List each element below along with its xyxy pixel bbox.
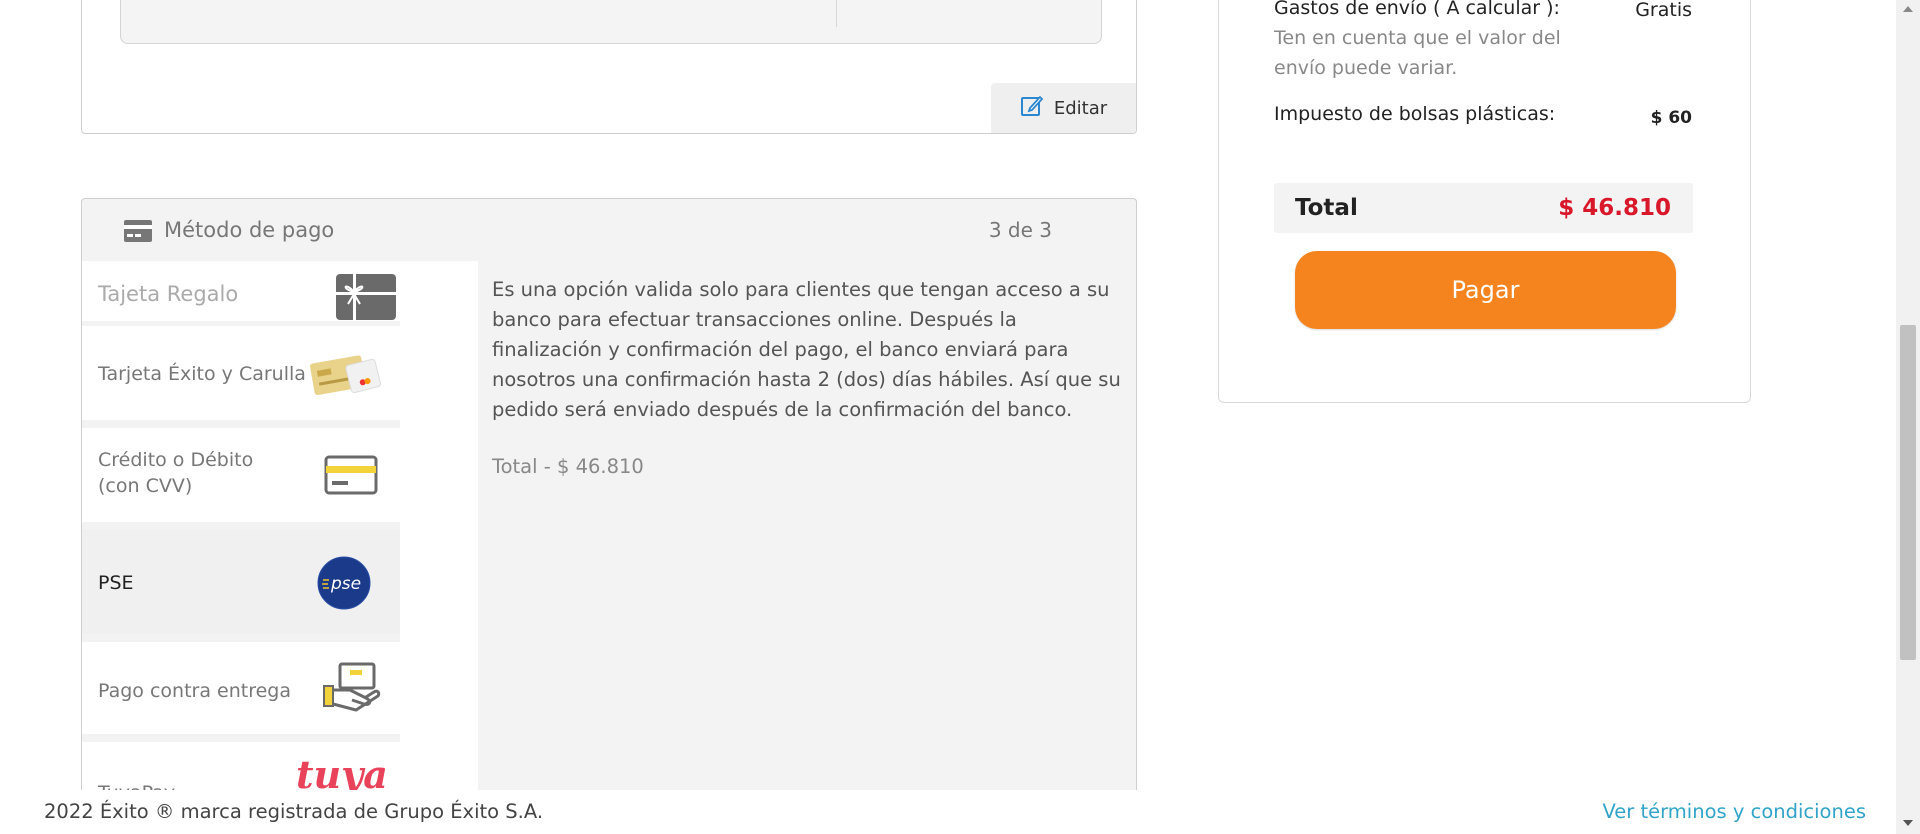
total-row: Total $ 46.810 <box>1274 183 1693 233</box>
svg-text:pse: pse <box>330 574 361 594</box>
footer: 2022 Éxito ® marca registrada de Grupo É… <box>0 790 1896 834</box>
credit-card-icon <box>324 455 378 499</box>
address-details-box <box>120 0 1102 44</box>
pay-button[interactable]: Pagar <box>1295 251 1676 329</box>
bag-tax-label: Impuesto de bolsas plásticas: <box>1274 103 1556 125</box>
exito-card-icon <box>308 352 382 402</box>
payment-description-panel: Es una opción valida solo para clientes … <box>478 261 1136 821</box>
order-summary-card: Gastos de envío ( A calcular ): Gratis T… <box>1218 0 1751 403</box>
credit-card-icon <box>124 220 152 242</box>
method-label: Tarjeta Éxito y Carulla <box>98 363 306 385</box>
scroll-thumb[interactable] <box>1900 325 1916 660</box>
payment-method-card: Método de pago 3 de 3 Tajeta Regalo Tarj… <box>81 198 1137 832</box>
step-indicator: 3 de 3 <box>988 218 1052 242</box>
method-pse[interactable]: PSE pse <box>82 530 400 634</box>
scroll-down-arrow-icon[interactable] <box>1903 820 1913 826</box>
method-cash-on-delivery[interactable]: Pago contra entrega <box>82 642 400 734</box>
payment-description: Es una opción valida solo para clientes … <box>492 278 1121 421</box>
total-value: $ 46.810 <box>1558 195 1671 221</box>
cash-on-delivery-icon <box>322 662 382 718</box>
divider <box>836 0 837 27</box>
edit-label: Editar <box>1053 97 1108 119</box>
scroll-up-arrow-icon[interactable] <box>1903 6 1913 12</box>
method-exito-card[interactable]: Tarjeta Éxito y Carulla <box>82 326 400 420</box>
address-card: Editar <box>81 0 1137 134</box>
vertical-scrollbar[interactable] <box>1896 0 1920 834</box>
method-gift-card[interactable]: Tajeta Regalo <box>82 261 400 321</box>
shipping-label: Gastos de envío ( A calcular ): <box>1274 0 1560 19</box>
total-label: Total <box>1295 195 1358 221</box>
edit-icon <box>1020 94 1044 123</box>
method-credit-debit[interactable]: Crédito o Débito (con CVV) <box>82 428 400 522</box>
payment-title: Método de pago <box>164 218 335 242</box>
method-label: Tajeta Regalo <box>98 282 239 306</box>
checkout-page: Editar Método de pago 3 de 3 Tajeta Rega… <box>0 0 1920 834</box>
method-label: Pago contra entrega <box>98 680 291 702</box>
bag-tax-value: $ 60 <box>1650 108 1692 128</box>
payment-methods-list: Tajeta Regalo Tarjeta Éxito y Carulla Cr… <box>82 261 400 834</box>
method-label: Crédito o Débito (con CVV) <box>98 449 254 497</box>
pse-logo-icon: pse <box>317 556 371 614</box>
payment-total-text: Total - $ 46.810 <box>492 455 644 478</box>
copyright-text: 2022 Éxito ® marca registrada de Grupo É… <box>44 800 544 823</box>
methods-spacer <box>400 261 478 821</box>
shipping-note: Ten en cuenta que el valor del envío pue… <box>1274 27 1561 79</box>
gift-card-icon <box>336 274 396 324</box>
terms-link[interactable]: Ver términos y condiciones <box>1602 800 1866 823</box>
shipping-value: Gratis <box>1635 0 1692 21</box>
method-label: PSE <box>98 572 134 594</box>
payment-header: Método de pago 3 de 3 <box>82 199 1136 261</box>
edit-button[interactable]: Editar <box>991 83 1136 133</box>
